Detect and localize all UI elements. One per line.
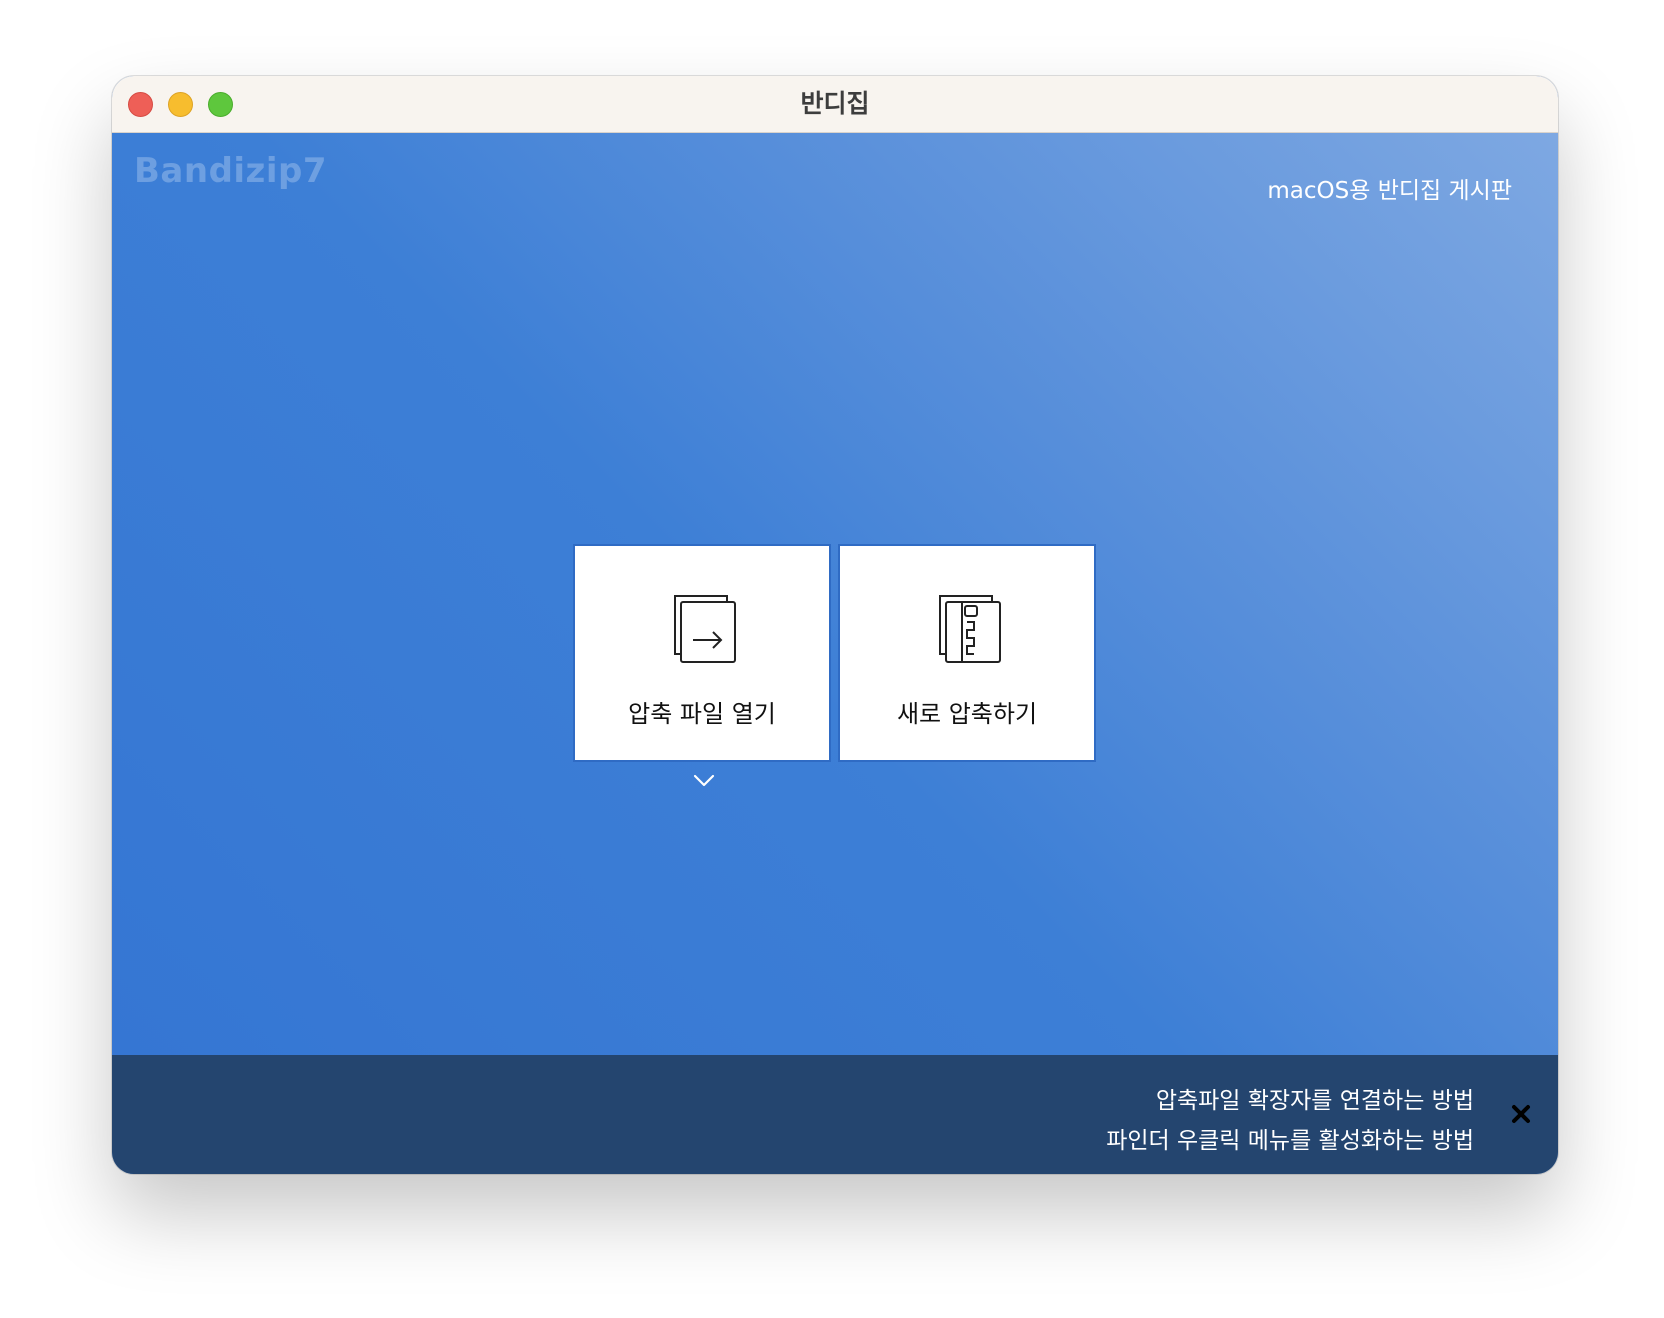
window-title: 반디집 — [800, 89, 870, 118]
finder-context-menu-link[interactable]: 파인더 우클릭 메뉴를 활성화하는 방법 — [1106, 1121, 1474, 1155]
extension-association-link[interactable]: 압축파일 확장자를 연결하는 방법 — [1156, 1081, 1474, 1115]
open-archive-button[interactable]: 압축 파일 열기 — [573, 544, 831, 762]
macos-board-link[interactable]: macOS용 반디집 게시판 — [1267, 171, 1512, 205]
open-archive-icon — [674, 595, 736, 663]
main-panel: Bandizip7 macOS용 반디집 게시판 압축 파일 열기 새로 압축하… — [112, 133, 1558, 1055]
chevron-down-icon[interactable] — [692, 773, 716, 789]
brand-watermark: Bandizip7 — [134, 151, 327, 191]
new-archive-icon — [939, 595, 1001, 663]
new-archive-label: 새로 압축하기 — [896, 700, 1038, 728]
open-archive-label: 압축 파일 열기 — [628, 700, 776, 728]
close-icon[interactable] — [1508, 1101, 1534, 1127]
title-bar: 반디집 — [112, 76, 1558, 133]
app-window: 반디집 Bandizip7 macOS용 반디집 게시판 압축 파일 열기 새로… — [112, 76, 1558, 1174]
help-banner: 압축파일 확장자를 연결하는 방법 파인더 우클릭 메뉴를 활성화하는 방법 — [112, 1055, 1558, 1174]
new-archive-button[interactable]: 새로 압축하기 — [838, 544, 1096, 762]
